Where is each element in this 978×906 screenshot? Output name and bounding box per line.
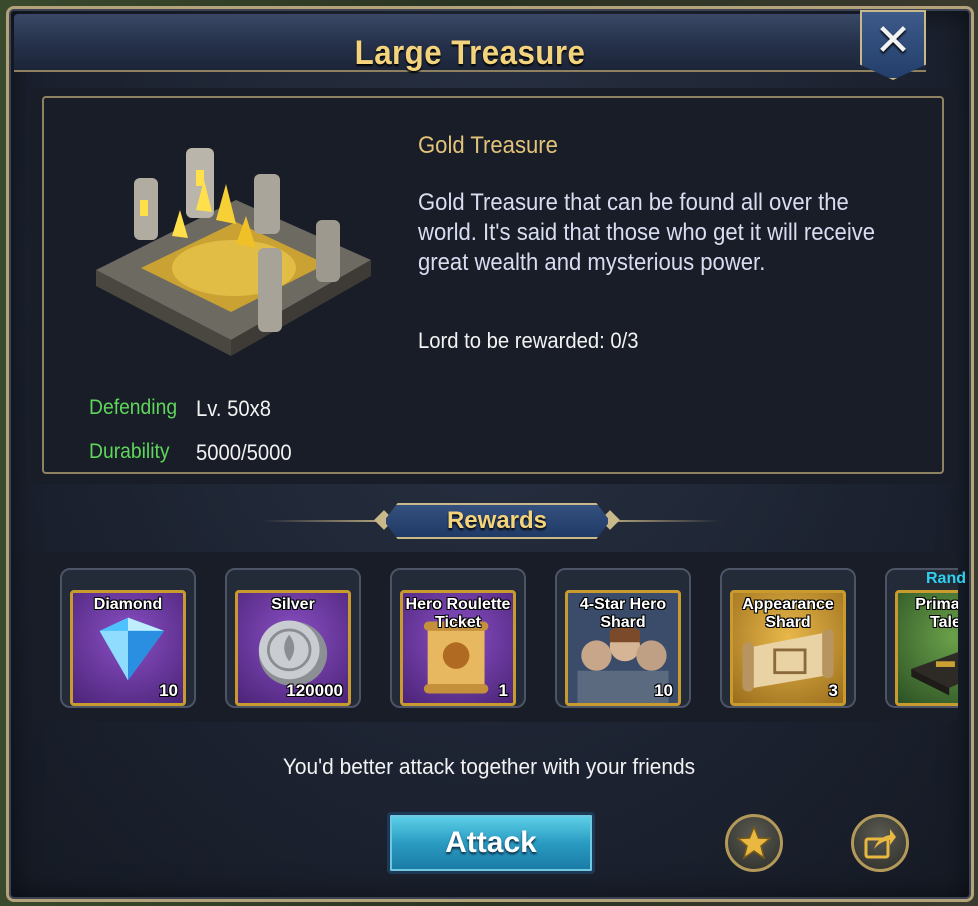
share-button[interactable] <box>851 814 909 872</box>
gold-treasure-ruins-image <box>96 148 371 356</box>
reward-card-4-star-hero-shard[interactable]: 4-Star Hero Shard 10 <box>565 590 681 706</box>
reward-card-diamond[interactable]: Diamond 10 <box>70 590 186 706</box>
lord-reward-count: Lord to be rewarded: 0/3 <box>418 328 639 353</box>
attack-button[interactable]: Attack <box>387 812 595 874</box>
rewards-divider-right <box>612 520 720 522</box>
defending-label: Defending <box>89 396 178 419</box>
durability-value: 5000/5000 <box>196 440 292 465</box>
reward-name: Primary R Talent <box>915 596 958 631</box>
close-icon: ✕ <box>874 15 912 65</box>
attack-hint: You'd better attack together with your f… <box>282 754 696 779</box>
random-reward-tag: Rand <box>926 570 966 587</box>
reward-quantity: 10 <box>159 681 178 700</box>
reward-quantity: 120000 <box>286 681 343 700</box>
reward-name: Diamond <box>93 596 163 613</box>
dialog-title: Large Treasure <box>354 34 586 72</box>
reward-slot[interactable]: Silver 120000 <box>225 568 361 708</box>
reward-slot[interactable]: Diamond 10 <box>60 568 196 708</box>
reward-card-silver[interactable]: Silver 120000 <box>235 590 351 706</box>
treasure-name: Gold Treasure <box>418 132 558 159</box>
reward-name: 4-Star Hero Shard <box>579 596 667 631</box>
reward-card-appearance-shard[interactable]: Appearance Shard 3 <box>730 590 846 706</box>
favorite-button[interactable] <box>725 814 783 872</box>
durability-label: Durability <box>89 440 170 463</box>
rewards-banner: Rewards <box>384 503 610 539</box>
attack-label: Attack <box>445 826 537 859</box>
defending-value: Lv. 50x8 <box>196 396 272 421</box>
reward-card-primary-talent[interactable]: Primary R Talent <box>895 590 958 706</box>
reward-name: Silver <box>271 596 315 613</box>
rewards-divider-left <box>262 520 382 522</box>
reward-slot[interactable]: Hero Roulette Ticket 1 <box>390 568 526 708</box>
reward-quantity: 1 <box>498 681 508 700</box>
reward-slot[interactable]: Appearance Shard 3 <box>720 568 856 708</box>
rewards-heading: Rewards <box>446 507 548 534</box>
reward-card-hero-roulette-ticket[interactable]: Hero Roulette Ticket 1 <box>400 590 516 706</box>
reward-slot[interactable]: Primary R Talent <box>885 568 958 708</box>
reward-name: Appearance Shard <box>742 596 834 631</box>
reward-quantity: 3 <box>828 681 838 700</box>
star-icon <box>736 825 772 860</box>
share-icon <box>864 829 896 859</box>
dialog-header: Large Treasure <box>14 14 926 72</box>
rewards-list[interactable]: Diamond 10 Silver 120000 Hero Roulette T… <box>32 552 958 722</box>
reward-slot[interactable]: 4-Star Hero Shard 10 <box>555 568 691 708</box>
reward-name: Hero Roulette Ticket <box>405 596 511 631</box>
treasure-description: Gold Treasure that can be found all over… <box>418 189 876 276</box>
reward-quantity: 10 <box>654 681 673 700</box>
